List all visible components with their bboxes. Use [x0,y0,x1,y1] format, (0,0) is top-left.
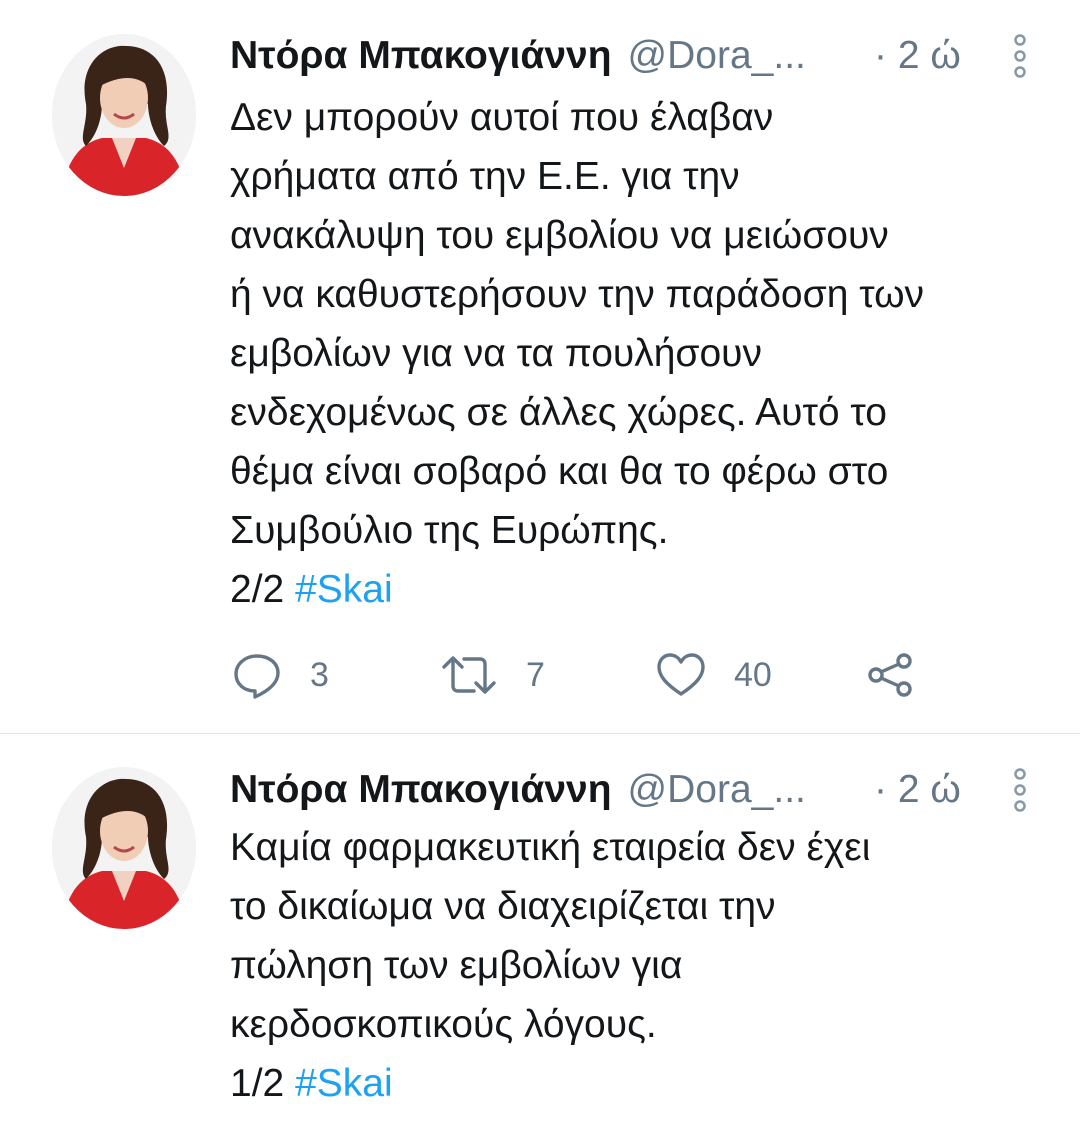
tweet-header: Ντόρα Μπακογιάννη @Dora_... · 2 ώ [230,28,1040,84]
tweet-text-line: θέμα είναι σοβαρό και θα το φέρω στο [230,450,889,493]
tweet-text-line: πώληση των εμβολίων για [230,944,683,987]
author-name[interactable]: Ντόρα Μπακογιάννη [230,762,612,818]
tweet-text-line: το δικαίωμα να διαχειρίζεται την [230,885,776,928]
tweet-text-line: Δεν μπορούν αυτοί που έλαβαν [230,96,774,139]
reply-button[interactable]: 3 [232,645,329,705]
share-button[interactable] [866,645,914,705]
tweet-thread-line: 1/2 #Skai [230,1054,1050,1113]
profile-photo [52,767,196,929]
tweet-thread-line: 2/2 #Skai [230,560,1050,619]
like-icon [657,653,705,696]
more-vertical-icon[interactable] [1010,768,1030,812]
author-handle[interactable]: @Dora_... [628,762,806,818]
hashtag-link[interactable]: #Skai [295,1062,393,1105]
hashtag-link[interactable]: #Skai [295,568,393,611]
tweet-text-line: κερδοσκοπικούς λόγους. [230,1003,657,1046]
thread-marker: 2/2 [230,568,285,611]
tweet-2[interactable]: Ντόρα Μπακογιάννη @Dora_... · 2 ώ Καμία … [0,734,1080,1138]
tweet-text-line: εμβολίων για να τα πουλήσουν [230,332,763,375]
retweet-count: 7 [526,655,545,694]
tweet-text-line: ανακάλυψη του εμβολίου να μειώσουν [230,214,889,257]
like-button[interactable]: 40 [656,645,772,705]
share-icon [868,653,912,697]
thread-marker: 1/2 [230,1062,285,1105]
tweet-text: Καμία φαρμακευτική εταιρεία δεν έχει το … [230,818,1050,1113]
like-count: 40 [734,655,772,694]
reply-count: 3 [310,655,329,694]
avatar[interactable] [52,767,196,929]
profile-photo [52,34,196,196]
tweet-1[interactable]: Ντόρα Μπακογιάννη @Dora_... · 2 ώ Δεν μπ… [0,0,1080,733]
tweet-text-line: Καμία φαρμακευτική εταιρεία δεν έχει [230,826,871,869]
tweet-text: Δεν μπορούν αυτοί που έλαβαν χρήματα από… [230,88,1050,619]
tweet-time[interactable]: · 2 ώ [874,762,961,818]
tweet-time[interactable]: · 2 ώ [874,28,961,84]
tweet-text-line: Συμβούλιο της Ευρώπης. [230,509,669,552]
retweet-icon [442,656,496,694]
tweet-text-line: ή να καθυστερήσουν την παράδοση των [230,273,925,316]
tweet-header: Ντόρα Μπακογιάννη @Dora_... · 2 ώ [230,762,1040,818]
tweet-text-line: χρήματα από την Ε.Ε. για την [230,155,740,198]
avatar[interactable] [52,34,196,196]
reply-icon [234,654,280,699]
tweet-actions: 3 7 40 [232,645,952,705]
author-name[interactable]: Ντόρα Μπακογιάννη [230,28,612,84]
author-handle[interactable]: @Dora_... [628,28,806,84]
retweet-button[interactable]: 7 [440,645,545,705]
more-vertical-icon[interactable] [1010,34,1030,78]
tweet-text-line: ενδεχομένως σε άλλες χώρες. Αυτό το [230,391,887,434]
